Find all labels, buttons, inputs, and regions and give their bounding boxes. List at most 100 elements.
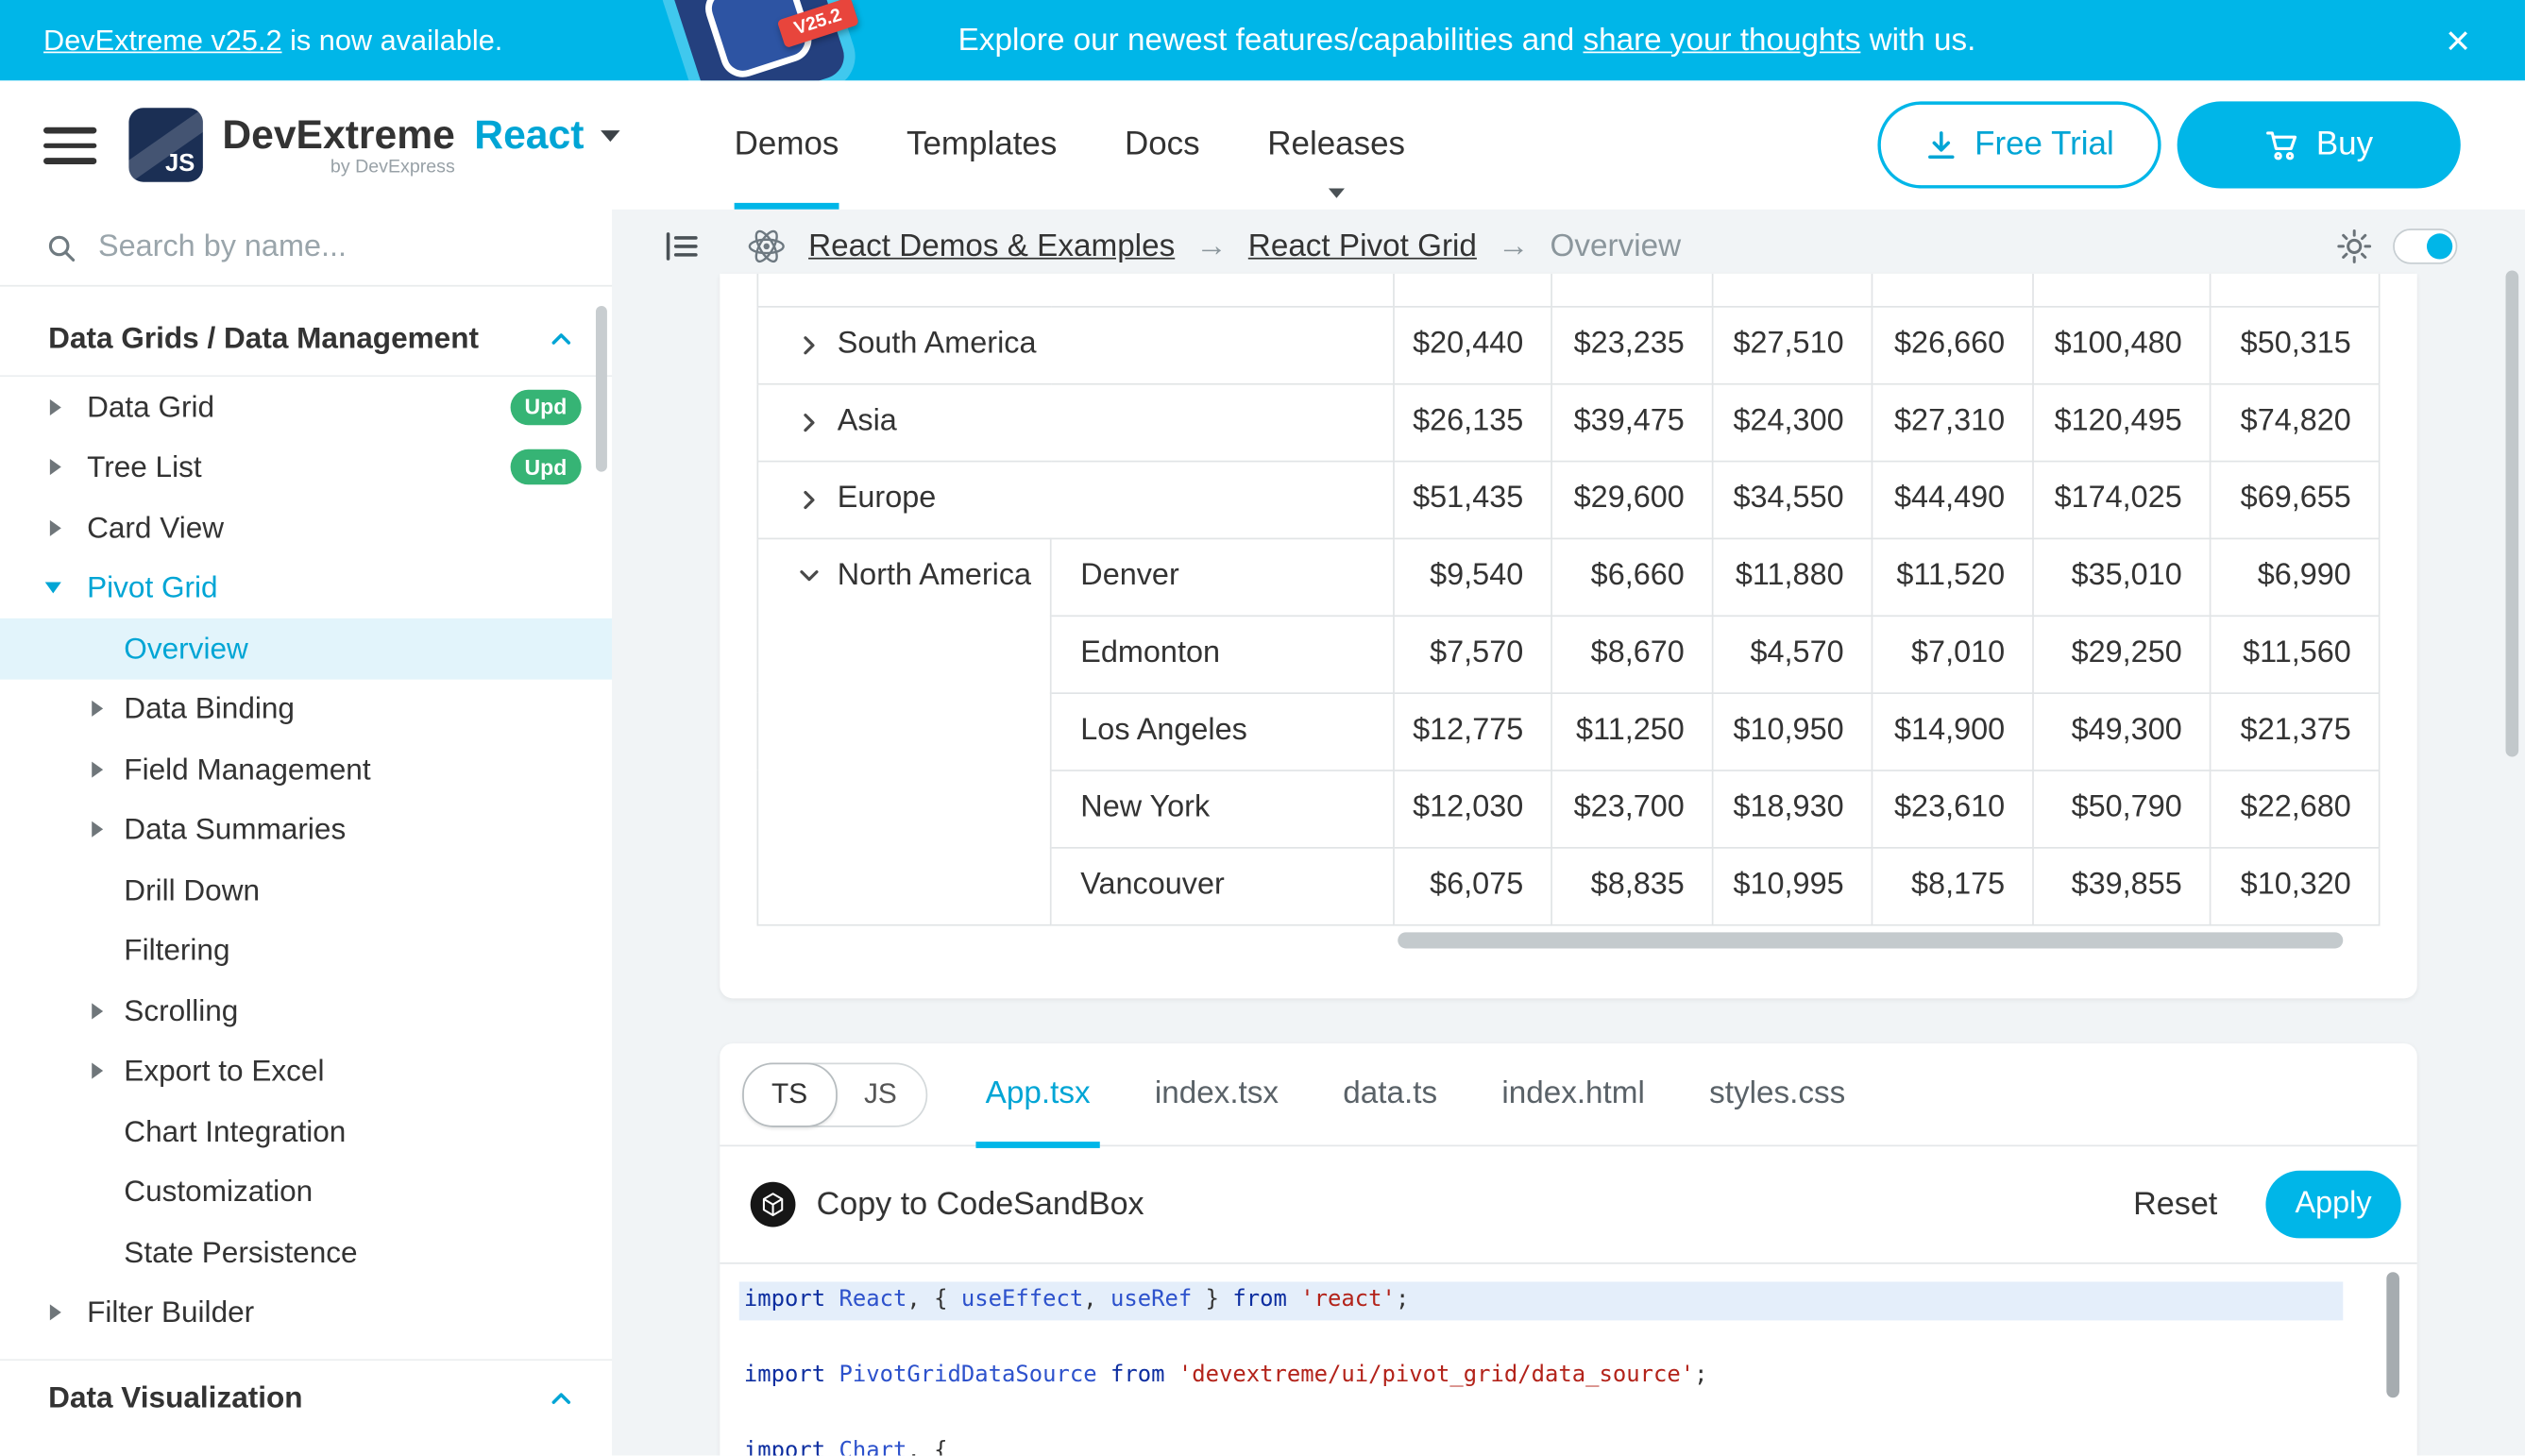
expander-down-icon[interactable]: [45, 583, 61, 594]
code-token: from: [1110, 1363, 1165, 1388]
chevron-right-icon[interactable]: [797, 410, 822, 434]
sidebar-item-data-grid[interactable]: Data GridUpd: [0, 377, 612, 437]
download-icon: [1924, 128, 1958, 162]
chevron-right-icon[interactable]: [797, 487, 822, 512]
sidebar-item-pivot-grid[interactable]: Pivot Grid: [0, 558, 612, 618]
chevron-right-icon[interactable]: [797, 332, 822, 357]
demo-options-toggle-icon[interactable]: [665, 230, 699, 262]
chevron-down-icon[interactable]: [797, 564, 822, 588]
banner-version-link[interactable]: DevExtreme v25.2: [43, 24, 281, 58]
sidebar-item-export-to-excel[interactable]: Export to Excel: [0, 1041, 612, 1102]
sidebar-item-data-binding[interactable]: Data Binding: [0, 679, 612, 739]
sidebar-item-label: Export to Excel: [124, 1054, 324, 1090]
sidebar-item-tree-list[interactable]: Tree ListUpd: [0, 437, 612, 498]
sidebar-item-card-view[interactable]: Card View: [0, 498, 612, 558]
tab-styles-css[interactable]: styles.css: [1677, 1042, 1877, 1145]
apply-button[interactable]: Apply: [2265, 1171, 2400, 1239]
devextreme-js-logo[interactable]: JS: [128, 108, 202, 181]
code-editor-scrollbar[interactable]: [2386, 1272, 2399, 1397]
breadcrumb-current: Overview: [1551, 228, 1682, 264]
pivot-region-cell[interactable]: Europe: [757, 461, 1394, 538]
sidebar-item-filter-builder[interactable]: Filter Builder: [0, 1282, 612, 1343]
sidebar-item-data-summaries[interactable]: Data Summaries: [0, 800, 612, 860]
code-line: [720, 1396, 2416, 1433]
tab-index-html[interactable]: index.html: [1469, 1042, 1677, 1145]
pivot-value-cell: $20,440: [1394, 306, 1551, 383]
nav-item-docs[interactable]: Docs: [1125, 80, 1200, 209]
app-header: JS DevExtreme by DevExpress React DemosT…: [0, 80, 2525, 209]
lang-option-js[interactable]: JS: [835, 1063, 925, 1125]
sidebar-item-customization[interactable]: Customization: [0, 1161, 612, 1222]
pivot-value-cell: $11,250: [1551, 692, 1713, 770]
sidebar-item-chart-integration[interactable]: Chart Integration: [0, 1101, 612, 1161]
nav-item-releases[interactable]: Releases: [1267, 80, 1405, 209]
nav-item-demos[interactable]: Demos: [735, 80, 839, 209]
sidebar-item-filtering[interactable]: Filtering: [0, 921, 612, 981]
region-expander[interactable]: South America: [758, 327, 1393, 363]
logo-art-square-inner: [700, 0, 818, 80]
pivot-value-cell: $51,435: [1394, 461, 1551, 538]
expander-right-icon[interactable]: [50, 399, 61, 415]
code-token: PivotGridDataSource: [839, 1363, 1097, 1388]
pivot-value-cell: $50,315: [2211, 306, 2380, 383]
app-viewport: DevExtreme v25.2 is now available. V25.2…: [0, 0, 2525, 1456]
pivot-value-cell: $50,790: [2033, 770, 2211, 847]
banner-message-pre: Explore our newest features/capabilities…: [958, 22, 1584, 59]
code-editor[interactable]: import React, { useEffect, useRef } from…: [720, 1264, 2416, 1456]
sidebar-item-scrolling[interactable]: Scrolling: [0, 981, 612, 1041]
pivot-value-cell: $74,820: [2211, 383, 2380, 461]
theme-toggle[interactable]: [2393, 229, 2457, 264]
code-token: ;: [1694, 1363, 1707, 1388]
tab-app-tsx[interactable]: App.tsx: [954, 1042, 1123, 1145]
region-expander[interactable]: Europe: [758, 482, 1393, 517]
expander-right-icon[interactable]: [50, 1305, 61, 1321]
nav-item-label: Demos: [735, 126, 839, 164]
sidebar-section-data-visualization[interactable]: Data Visualization: [0, 1359, 612, 1434]
expander-right-icon[interactable]: [50, 519, 61, 535]
search-input[interactable]: [98, 229, 583, 265]
expander-right-icon[interactable]: [92, 1063, 103, 1079]
pivot-value-cell: $6,075: [1394, 847, 1551, 924]
tab-data-ts[interactable]: data.ts: [1311, 1042, 1469, 1145]
banner-announcement-suffix: is now available.: [282, 24, 503, 58]
expander-right-icon[interactable]: [92, 821, 103, 838]
banner-close-icon[interactable]: ×: [2446, 0, 2470, 80]
sidebar-scrollbar[interactable]: [596, 306, 607, 472]
pivot-value-cell: $26,135: [1394, 383, 1551, 461]
hamburger-menu-icon[interactable]: [43, 127, 96, 163]
lang-option-ts[interactable]: TS: [742, 1062, 837, 1126]
sidebar-item-overview[interactable]: Overview: [0, 618, 612, 679]
breadcrumb-link-react-pivot-grid[interactable]: React Pivot Grid: [1248, 228, 1477, 264]
sidebar-item-field-management[interactable]: Field Management: [0, 739, 612, 800]
sidebar-section-data-grids-data-management[interactable]: Data Grids / Data Management: [0, 301, 612, 377]
pivot-row: South America$20,440$23,235$27,510$26,66…: [757, 306, 2379, 383]
region-expander[interactable]: North America: [758, 558, 1050, 594]
pivot-row: North AmericaDenver$9,540$6,660$11,880$1…: [757, 538, 2379, 616]
expander-right-icon[interactable]: [92, 1003, 103, 1019]
page-scrollbar[interactable]: [2506, 270, 2519, 756]
copy-to-codesandbox-button[interactable]: Copy to CodeSandBox: [817, 1186, 1144, 1223]
share-your-thoughts-link[interactable]: share your thoughts: [1583, 22, 1860, 59]
free-trial-button[interactable]: Free Trial: [1877, 101, 2161, 188]
sidebar-item-label: Card View: [87, 510, 224, 546]
pivot-horizontal-scrollbar[interactable]: [1398, 932, 2343, 948]
pivot-header-cell: [1713, 274, 1873, 306]
pivot-region-cell[interactable]: North America: [757, 538, 1050, 924]
promo-banner: DevExtreme v25.2 is now available. V25.2…: [0, 0, 2525, 80]
tab-index-tsx[interactable]: index.tsx: [1123, 1042, 1311, 1145]
breadcrumb-bar: React Demos & Examples→React Pivot Grid→…: [612, 210, 2525, 283]
expander-right-icon[interactable]: [92, 701, 103, 717]
nav-item-templates[interactable]: Templates: [907, 80, 1057, 209]
sidebar-item-drill-down[interactable]: Drill Down: [0, 860, 612, 921]
buy-button[interactable]: Buy: [2178, 101, 2461, 188]
code-token: React: [839, 1287, 907, 1312]
framework-selector[interactable]: React: [474, 114, 584, 157]
pivot-region-cell[interactable]: South America: [757, 306, 1394, 383]
reset-button[interactable]: Reset: [2133, 1186, 2217, 1223]
expander-right-icon[interactable]: [92, 761, 103, 777]
sidebar-item-state-persistence[interactable]: State Persistence: [0, 1222, 612, 1282]
region-expander[interactable]: Asia: [758, 404, 1393, 440]
breadcrumb-link-react-demos-examples[interactable]: React Demos & Examples: [808, 228, 1175, 264]
pivot-region-cell[interactable]: Asia: [757, 383, 1394, 461]
expander-right-icon[interactable]: [50, 459, 61, 475]
